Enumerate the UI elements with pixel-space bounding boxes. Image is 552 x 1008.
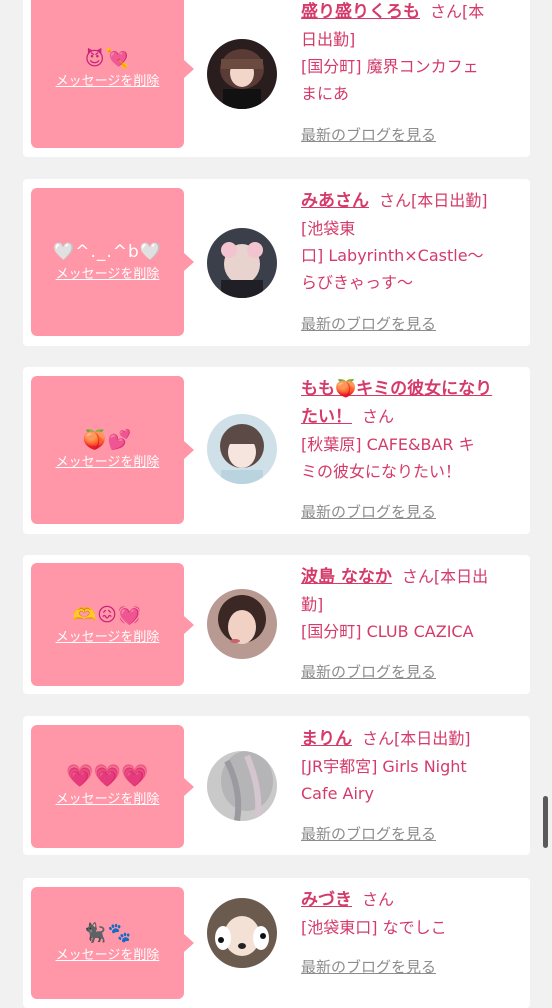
cast-status: さん[本日出	[401, 567, 489, 586]
favorite-card: 😈💘 メッセージを削除 盛り盛りくろも さん[本 日出勤] [国分町] 魔界コンカ…	[23, 0, 530, 157]
cast-name-link[interactable]: 盛り盛りくろも	[301, 2, 420, 22]
favorite-card: 🫶😖💓 メッセージを削除 波島 ななか さん[本日出 勤] [国分町] CLUB …	[23, 555, 530, 694]
message-emoji: 🤍^._.^b🤍	[53, 242, 162, 262]
favorite-card: 🤍^._.^b🤍 メッセージを削除 みあさん さん[本日出勤] [池袋東 口] L…	[23, 179, 530, 346]
cast-status: さん	[362, 407, 395, 426]
shop-name: [国分町] 魔界コンカフェ	[301, 57, 479, 76]
latest-blog-link[interactable]: 最新のブログを見る	[301, 313, 436, 334]
delete-message-label: メッセージを削除	[55, 791, 160, 807]
avatar[interactable]	[207, 228, 277, 298]
cast-info: まりん さん[本日出勤] [JR宇都宮] Girls Night Cafe Air…	[301, 725, 521, 807]
message-emoji: 💗💗💗	[66, 763, 149, 789]
cast-name-link[interactable]: まりん	[301, 729, 352, 749]
delete-message-label: メッセージを削除	[55, 948, 160, 963]
avatar[interactable]	[207, 414, 277, 484]
shop-name-cont: Cafe Airy	[301, 784, 374, 803]
avatar-photo	[207, 751, 277, 821]
cast-info: 盛り盛りくろも さん[本 日出勤] [国分町] 魔界コンカフェ まにあ	[301, 0, 521, 107]
cast-name-link[interactable]: 波島 ななか	[301, 567, 392, 587]
delete-message-button[interactable]: 🐈‍⬛🐾 メッセージを削除	[31, 887, 194, 999]
cast-status: さん[本日出勤]	[379, 191, 488, 210]
cast-name-link-cont[interactable]: たい！	[301, 407, 352, 427]
cast-info: みあさん さん[本日出勤] [池袋東 口] Labyrinth×Castle〜 ら…	[301, 187, 521, 296]
latest-blog-link[interactable]: 最新のブログを見る	[301, 501, 436, 522]
cast-name-link[interactable]: もも🍑キミの彼女になり	[301, 379, 492, 399]
avatar-photo	[207, 39, 277, 109]
shop-name-cont: らびきゃっす〜	[301, 273, 414, 292]
cast-info: もも🍑キミの彼女になり たい！ さん [秋葉原] CAFE&BAR キ ミの彼女に…	[301, 375, 521, 485]
avatar-photo	[207, 414, 277, 484]
delete-message-label: メッセージを削除	[55, 455, 160, 470]
delete-message-button[interactable]: 💗💗💗 メッセージを削除	[31, 725, 194, 848]
message-emoji: 🍑💕	[82, 429, 133, 451]
cast-info: みづき さん [池袋東口] なでしこ	[301, 886, 521, 941]
delete-message-label: メッセージを削除	[55, 267, 160, 282]
shop-name: [JR宇都宮] Girls Night	[301, 757, 467, 776]
delete-message-button[interactable]: 😈💘 メッセージを削除	[31, 0, 194, 148]
avatar[interactable]	[207, 39, 277, 109]
shop-name: 口] Labyrinth×Castle〜	[301, 246, 484, 265]
cast-status: さん[本日出勤]	[362, 729, 471, 748]
avatar-photo	[207, 898, 277, 968]
scrollbar[interactable]	[543, 796, 548, 848]
cast-name-link[interactable]: みあさん	[301, 191, 369, 211]
cast-name-link[interactable]: みづき	[301, 890, 352, 910]
latest-blog-link[interactable]: 最新のブログを見る	[301, 124, 436, 145]
shop-name-cont: ミの彼女になりたい！	[301, 462, 462, 481]
shop-name: [池袋東口] なでしこ	[301, 918, 447, 937]
cast-status: さん[本	[430, 2, 485, 21]
avatar[interactable]	[207, 589, 277, 659]
avatar[interactable]	[207, 898, 277, 968]
cast-status-cont: 勤]	[301, 595, 324, 614]
latest-blog-link[interactable]: 最新のブログを見る	[301, 956, 436, 977]
message-emoji: 🫶😖💓	[72, 603, 143, 626]
delete-message-button[interactable]: 🫶😖💓 メッセージを削除	[31, 563, 194, 686]
message-emoji: 🐈‍⬛🐾	[82, 922, 133, 944]
message-emoji: 😈💘	[84, 48, 131, 70]
avatar[interactable]	[207, 751, 277, 821]
avatar-photo	[207, 589, 277, 659]
favorite-card: 🍑💕 メッセージを削除 もも🍑キミの彼女になり たい！ さん [秋葉原] CAFE…	[23, 367, 530, 534]
latest-blog-link[interactable]: 最新のブログを見る	[301, 661, 436, 682]
cast-status: さん	[362, 890, 395, 909]
latest-blog-link[interactable]: 最新のブログを見る	[301, 823, 436, 844]
delete-message-label: メッセージを削除	[55, 74, 160, 89]
favorite-card: 🐈‍⬛🐾 メッセージを削除 みづき さん [池袋東口] なでしこ 最新のブログを見…	[23, 878, 530, 1008]
delete-message-label: メッセージを削除	[55, 629, 160, 645]
shop-name-cont: まにあ	[301, 84, 350, 103]
avatar-photo	[207, 228, 277, 298]
cast-status-cont: 日出勤]	[301, 30, 356, 49]
shop-name: [国分町] CLUB CAZICA	[301, 622, 474, 641]
shop-name: [秋葉原] CAFE&BAR キ	[301, 435, 475, 454]
cast-info: 波島 ななか さん[本日出 勤] [国分町] CLUB CAZICA	[301, 563, 521, 645]
shop-area: [池袋東	[301, 219, 356, 238]
delete-message-button[interactable]: 🤍^._.^b🤍 メッセージを削除	[31, 188, 194, 336]
delete-message-button[interactable]: 🍑💕 メッセージを削除	[31, 376, 194, 524]
favorite-card: 💗💗💗 メッセージを削除 まりん さん[本日出勤] [JR宇都宮] Girls N…	[23, 716, 530, 855]
